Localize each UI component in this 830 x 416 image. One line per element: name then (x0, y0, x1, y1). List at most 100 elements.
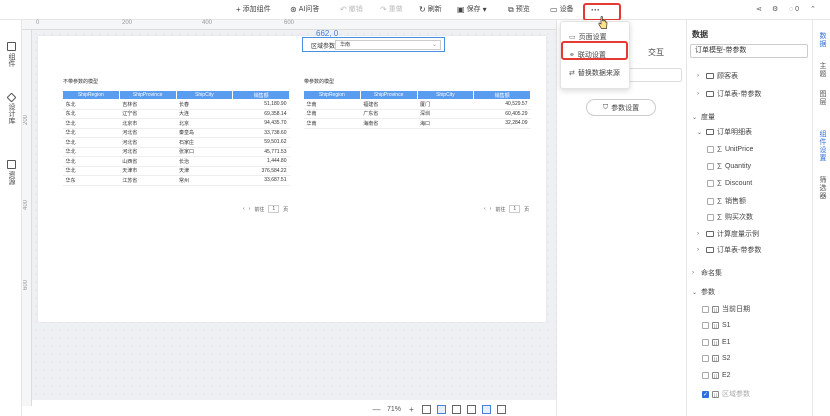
checkbox[interactable] (702, 339, 709, 346)
param-value: 华南 (340, 42, 351, 48)
vtab-data[interactable]: 数据 (817, 32, 827, 48)
tree-item-params[interactable]: ⌄ 参数 (692, 287, 715, 297)
checkbox[interactable] (707, 197, 714, 205)
table-row[interactable]: 华北 河北省 石家庄 59,501.62 (62, 137, 290, 148)
table-row[interactable]: 华北 河北省 秦皇岛 33,738.60 (62, 128, 290, 138)
tree-item-orders-param[interactable]: › 订单表-带参数 (697, 89, 761, 99)
sidebar-item-design-lib[interactable]: 设计库 (3, 92, 19, 126)
preview-button[interactable]: ⧉ 预览 (508, 3, 530, 17)
tree-item-order-details[interactable]: ⌄ 订单明细表 (697, 127, 752, 137)
pager-page-input[interactable]: 1 (509, 205, 521, 213)
zoom-out-button[interactable]: — (372, 405, 381, 414)
checkbox[interactable] (707, 163, 714, 170)
settings-button[interactable]: ⚙ (772, 3, 778, 17)
actual-size-icon[interactable] (467, 404, 477, 414)
refresh-button[interactable]: ↻ 刷新 (419, 3, 442, 17)
tree-item-measures[interactable]: ⌄ 度量 (692, 112, 715, 122)
param-item[interactable]: [ ] E2 (702, 372, 731, 379)
chevron-right-icon: › (697, 91, 699, 97)
grid-icon[interactable] (497, 404, 507, 414)
table-header-cell[interactable]: 销售额 (473, 90, 531, 100)
param-settings-button[interactable]: ⛉ 参数设置 (586, 99, 656, 116)
chevron-down-icon: ⌄ (431, 42, 437, 48)
tree-item-calc-examples[interactable]: › 计算度量示例 (697, 229, 759, 239)
device-button[interactable]: ▭ 设备 (550, 3, 574, 17)
table-row[interactable]: 华南 广东省 深圳 60,405.29 (303, 109, 531, 119)
param-item[interactable]: [ ] S1 (702, 322, 731, 329)
table-row[interactable]: 华北 河北省 张家口 45,771.53 (62, 147, 290, 157)
fit-width-icon[interactable] (437, 404, 447, 414)
table-header-cell[interactable]: ShipRegion (62, 90, 120, 100)
vtab-component-settings[interactable]: 组件设置 (817, 130, 827, 162)
param-item-region[interactable]: ✓ [ ] 区域参数 (702, 389, 750, 399)
collapse-button[interactable]: ⌃ (810, 3, 816, 17)
param-item[interactable]: [ ] S2 (702, 355, 731, 362)
param-item[interactable]: [ ] E1 (702, 339, 731, 346)
checkbox[interactable] (702, 322, 709, 329)
vtab-theme[interactable]: 主题 (817, 62, 827, 78)
table-cell: 吉林省 (119, 99, 176, 110)
tree-field[interactable]: Σ 购买次数 (707, 212, 753, 222)
model-select[interactable]: 订单模型-带参数 (690, 44, 808, 58)
checkbox[interactable] (707, 180, 714, 187)
tree-field[interactable]: Σ UnitPrice (707, 145, 753, 154)
pager-prev-button[interactable]: ‹ (484, 206, 486, 212)
table-header-cell[interactable]: ShipRegion (303, 90, 361, 100)
param-item[interactable]: [ ] 当前日期 (702, 304, 750, 314)
menu-item-replace-datasource[interactable]: ⇄ 替换数据来源 (569, 68, 620, 78)
checkbox[interactable] (702, 305, 709, 313)
tree-item-orders-param-2[interactable]: › 订单表-带参数 (697, 245, 761, 255)
checkbox[interactable] (707, 213, 714, 221)
table-header-cell[interactable]: ShipCity (416, 90, 475, 100)
table-row[interactable]: 东北 吉林省 长春 51,180.90 (62, 99, 290, 110)
save-button[interactable]: ▣ 保存 ▾ (457, 3, 487, 17)
checkbox-checked[interactable]: ✓ (702, 390, 709, 398)
tree-item-named-sets[interactable]: › 命名集 (692, 268, 722, 278)
pager-next-button[interactable]: › (249, 206, 251, 212)
table-cell: 河北省 (119, 137, 176, 148)
table-header-cell[interactable]: ShipProvince (359, 90, 418, 100)
table-row[interactable]: 华南 海南省 海口 32,284.09 (303, 118, 531, 129)
pager-next-button[interactable]: › (490, 206, 492, 212)
tree-item-customers[interactable]: › 顾客表 (697, 71, 738, 81)
table-header-cell[interactable]: ShipCity (175, 90, 234, 100)
table-right[interactable]: ShipRegion ShipProvince ShipCity 销售额 华南 福建省厦… (303, 90, 531, 129)
tree-field[interactable]: Σ Quantity (707, 162, 751, 171)
redo-button[interactable]: ↷ 重做 (380, 3, 403, 17)
table-header-cell[interactable]: ShipProvince (118, 90, 177, 100)
ai-qa-button[interactable]: ⊛ AI问答 (290, 3, 319, 17)
table-row[interactable]: 华北 山西省 长治 1,444.80 (62, 156, 290, 167)
region-param-filter[interactable]: 区域参数 华南 ⌄ (302, 37, 445, 52)
add-component-button[interactable]: + 添加组件 (236, 3, 271, 17)
tree-field[interactable]: Σ Discount (707, 179, 752, 188)
fit-height-icon[interactable] (452, 404, 462, 414)
checkbox[interactable] (702, 372, 709, 379)
zoom-in-button[interactable]: + (407, 405, 416, 414)
table-row[interactable]: 华南 福建省 厦门 40,529.57 (303, 99, 531, 110)
vtab-layers[interactable]: 图层 (817, 90, 827, 106)
checkbox[interactable] (702, 355, 709, 362)
pager-prev-button[interactable]: ‹ (243, 206, 245, 212)
sidebar-item-components[interactable]: 组件 (3, 42, 19, 69)
comments-button[interactable]: ◌ 0 (789, 3, 799, 17)
pager-page-input[interactable]: 1 (268, 205, 280, 213)
tab-interaction[interactable]: 交互 (648, 47, 664, 58)
table-row[interactable]: 东北 辽宁省 大连 69,358.14 (62, 109, 290, 119)
table-header-cell[interactable]: 销售额 (232, 90, 290, 100)
sidebar-item-resources[interactable]: 资源 (3, 160, 19, 187)
share-button[interactable]: ⋖ (756, 3, 762, 17)
tree-field[interactable]: Σ 销售额 (707, 196, 746, 206)
table-row[interactable]: 华北 天津市 天津 376,584.22 (62, 166, 290, 176)
table-row[interactable]: 华东 江苏省 常州 33,687.51 (62, 175, 290, 186)
checkbox[interactable] (707, 146, 714, 153)
table-cell: 长治 (176, 156, 233, 167)
param-select[interactable]: 华南 ⌄ (335, 40, 441, 50)
fit-page-icon[interactable] (422, 404, 432, 414)
undo-button[interactable]: ↶ 撤销 (340, 3, 363, 17)
table-row[interactable]: 华北 北京市 北京 94,435.70 (62, 118, 290, 129)
layout-icon[interactable] (482, 404, 492, 414)
sigma-icon: Σ (717, 212, 722, 222)
param-icon: [ ] (712, 372, 719, 379)
table-left[interactable]: ShipRegion ShipProvince ShipCity 销售额 东北 吉林省长… (62, 90, 290, 186)
vtab-filters[interactable]: 筛选器 (817, 176, 827, 200)
